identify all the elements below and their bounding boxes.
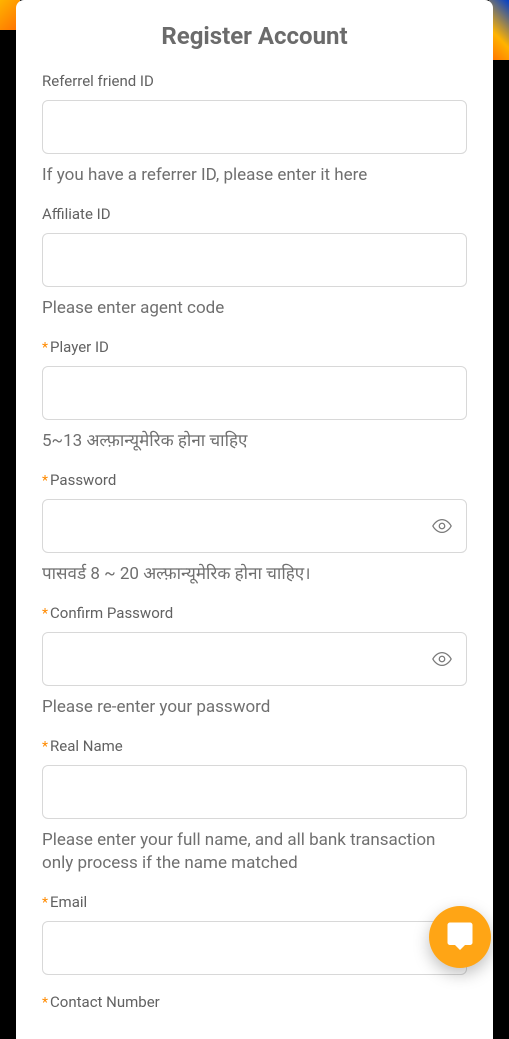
required-mark: * (42, 340, 48, 356)
real-name-hint: Please enter your full name, and all ban… (42, 829, 467, 875)
email-label-text: Email (50, 893, 87, 911)
confirm-password-label-text: Confirm Password (50, 604, 173, 622)
field-real-name: *Real Name Please enter your full name, … (42, 737, 467, 875)
eye-icon[interactable] (431, 515, 453, 537)
password-input[interactable] (42, 499, 467, 553)
field-confirm-password: *Confirm Password Please re-enter your p… (42, 604, 467, 719)
confirm-password-input[interactable] (42, 632, 467, 686)
page-title: Register Account (42, 22, 467, 50)
player-id-label: *Player ID (42, 338, 467, 356)
required-mark: * (42, 606, 48, 622)
confirm-password-hint: Please re-enter your password (42, 696, 467, 719)
contact-number-label: *Contact Number (42, 993, 467, 1011)
real-name-label: *Real Name (42, 737, 467, 755)
field-affiliate: Affiliate ID Please enter agent code (42, 205, 467, 320)
email-input[interactable] (42, 921, 467, 975)
chat-icon (445, 920, 475, 954)
referrer-label: Referrel friend ID (42, 72, 467, 90)
referrer-input[interactable] (42, 100, 467, 154)
real-name-label-text: Real Name (50, 737, 123, 755)
referrer-hint: If you have a referrer ID, please enter … (42, 164, 467, 187)
player-id-label-text: Player ID (50, 338, 109, 356)
field-player-id: *Player ID 5~13 अल्फ़ान्यूमेरिक होना चाह… (42, 338, 467, 453)
confirm-password-label: *Confirm Password (42, 604, 467, 622)
password-label: *Password (42, 471, 467, 489)
eye-icon[interactable] (431, 648, 453, 670)
required-mark: * (42, 995, 48, 1011)
field-email: *Email (42, 893, 467, 975)
password-label-text: Password (50, 471, 116, 489)
field-password: *Password पासवर्ड 8 ~ 20 अल्फ़ान्यूमेरिक… (42, 471, 467, 586)
real-name-input[interactable] (42, 765, 467, 819)
affiliate-input[interactable] (42, 233, 467, 287)
player-id-hint: 5~13 अल्फ़ान्यूमेरिक होना चाहिए (42, 430, 467, 453)
password-hint: पासवर्ड 8 ~ 20 अल्फ़ान्यूमेरिक होना चाहि… (42, 563, 467, 586)
field-referrer: Referrel friend ID If you have a referre… (42, 72, 467, 187)
required-mark: * (42, 895, 48, 911)
affiliate-hint: Please enter agent code (42, 297, 467, 320)
required-mark: * (42, 739, 48, 755)
email-label: *Email (42, 893, 467, 911)
required-mark: * (42, 473, 48, 489)
register-form-card: Register Account Referrel friend ID If y… (16, 0, 493, 1039)
player-id-input[interactable] (42, 366, 467, 420)
field-contact-number: *Contact Number (42, 993, 467, 1011)
affiliate-label: Affiliate ID (42, 205, 467, 223)
contact-number-label-text: Contact Number (50, 993, 160, 1011)
chat-button[interactable] (429, 906, 491, 968)
